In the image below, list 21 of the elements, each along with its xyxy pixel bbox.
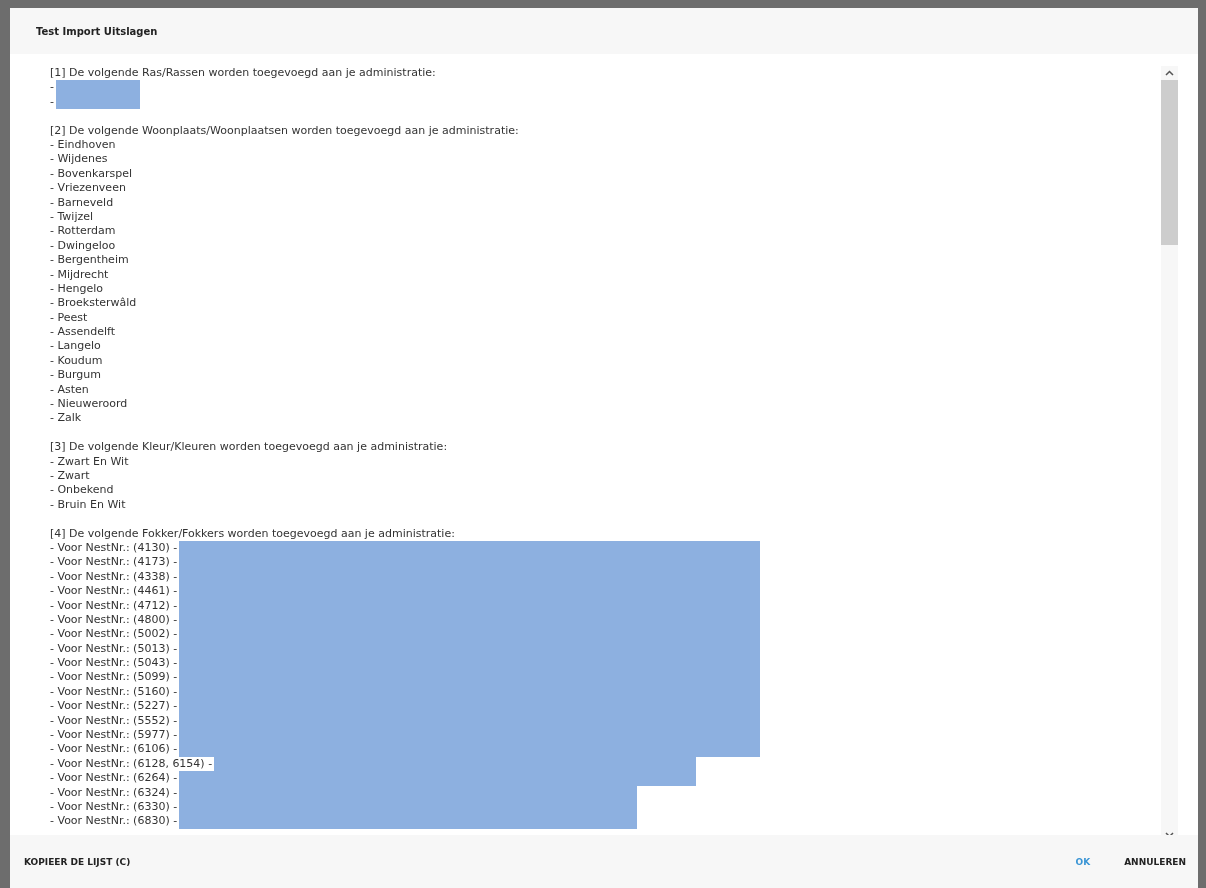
list-item: - Voor NestNr.: (5043) - (50, 656, 180, 671)
scroll-up-icon[interactable] (1165, 70, 1174, 76)
list-item: - Langelo (50, 339, 103, 354)
list-item: - Voor NestNr.: (5977) - (50, 728, 180, 743)
list-item: - Voor NestNr.: (6106) - (50, 742, 180, 757)
list-item: - Voor NestNr.: (5002) - (50, 627, 180, 642)
list-item: - Wijdenes (50, 152, 110, 167)
list-item: - Voor NestNr.: (6264) - (50, 771, 180, 786)
list-item: - Voor NestNr.: (6830) - (50, 814, 180, 829)
list-item: - Voor NestNr.: (4461) - (50, 584, 180, 599)
dialog-title: Test Import Uitslagen (36, 25, 158, 37)
cancel-button[interactable]: ANNULEREN (1122, 852, 1188, 871)
list-item: - Bovenkarspel (50, 166, 134, 182)
list-item: - Voor NestNr.: (5227) - (50, 699, 180, 714)
scrollbar-thumb[interactable] (1161, 80, 1178, 245)
copy-list-button[interactable]: KOPIEER DE LIJST (C) (22, 852, 133, 871)
list-item: - Burgum (50, 368, 103, 383)
list-item: - Bergentheim (50, 253, 131, 268)
list-item: - Voor NestNr.: (4173) - (50, 555, 180, 570)
list-item: - Voor NestNr.: (5099) - (50, 670, 180, 685)
scroll-down-icon[interactable] (1165, 832, 1174, 838)
